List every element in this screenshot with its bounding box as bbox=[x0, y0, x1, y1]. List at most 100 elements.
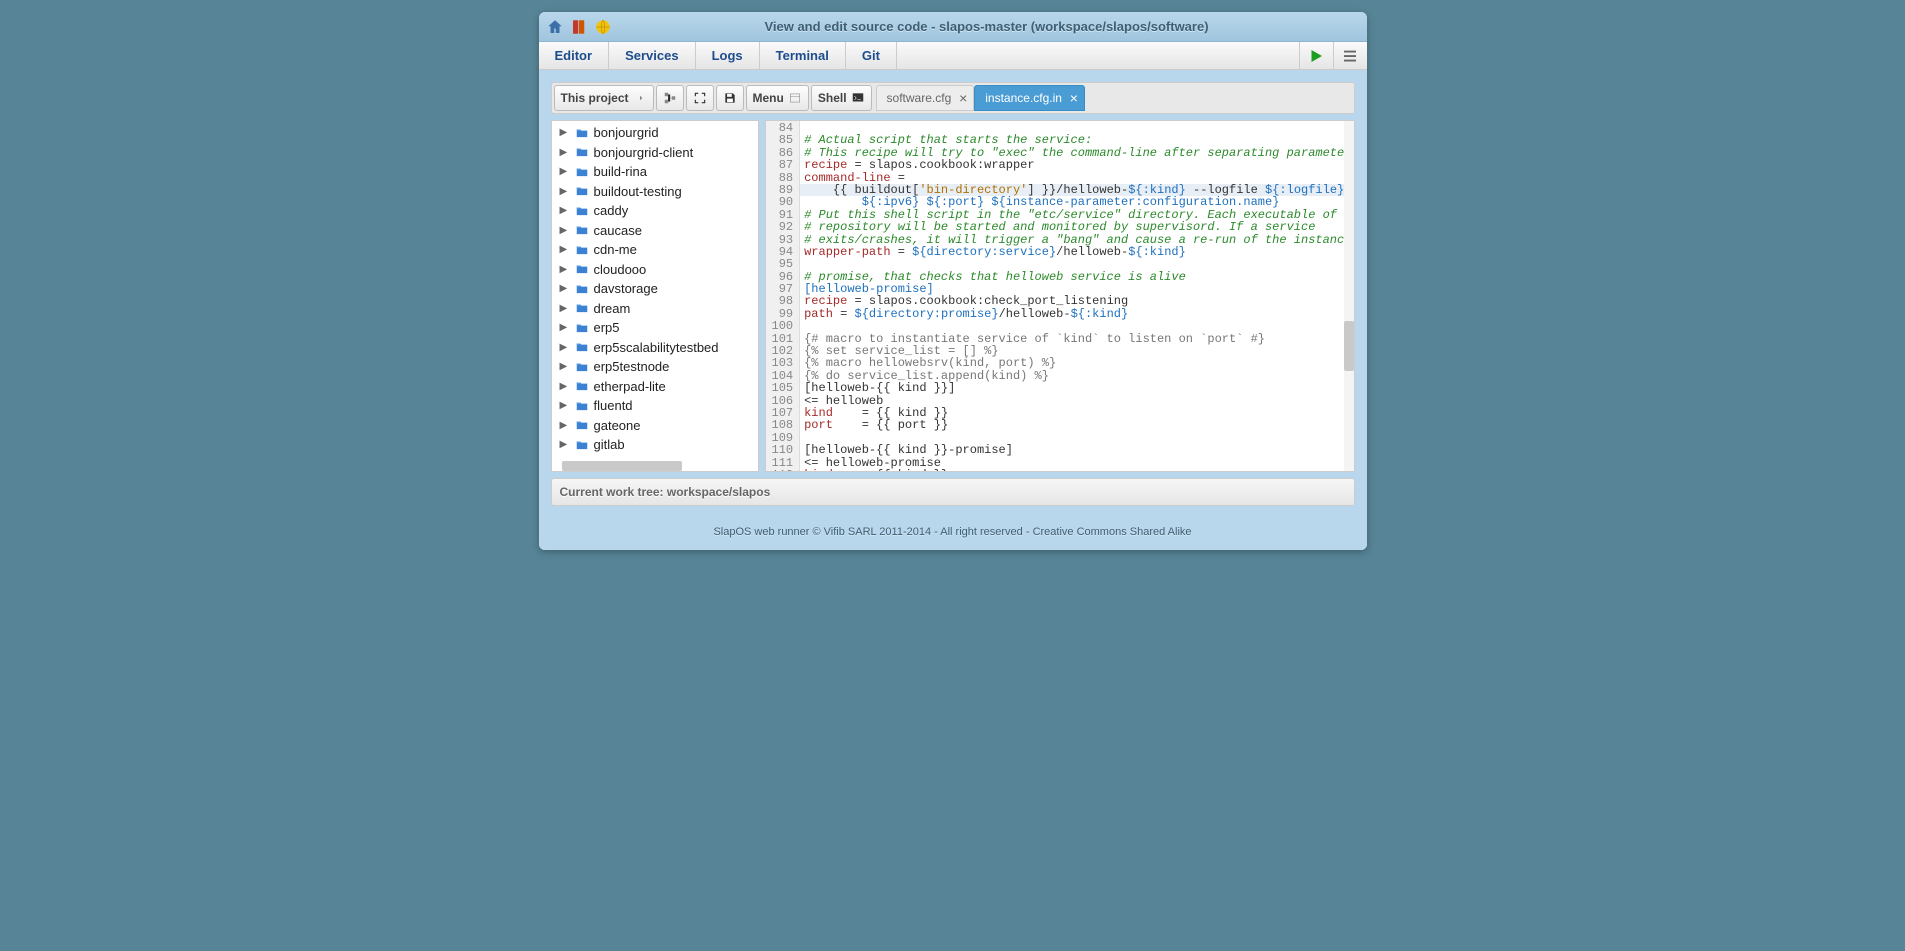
folder-icon bbox=[574, 438, 590, 452]
folder-icon bbox=[574, 204, 590, 218]
workspace: This project Menu Shell sof bbox=[539, 70, 1367, 518]
chevron-right-icon: ▶ bbox=[560, 225, 570, 236]
tree-item-label: erp5scalabilitytestbed bbox=[594, 340, 719, 355]
tree-item[interactable]: ▶ caucase bbox=[556, 221, 758, 241]
folder-icon bbox=[574, 126, 590, 140]
folder-icon bbox=[574, 399, 590, 413]
folder-icon bbox=[574, 262, 590, 276]
menu-button[interactable]: Menu bbox=[746, 85, 809, 111]
book-icon[interactable] bbox=[569, 17, 589, 37]
folder-icon bbox=[574, 340, 590, 354]
code-body[interactable]: # Actual script that starts the service:… bbox=[800, 121, 1353, 471]
chevron-right-icon: ▶ bbox=[560, 400, 570, 411]
file-tab-software[interactable]: software.cfg × bbox=[876, 85, 975, 111]
editor-area: ▶ bonjourgrid ▶ bonjourgrid-client ▶build-ri… bbox=[551, 120, 1355, 472]
tree-icon-button[interactable] bbox=[656, 85, 684, 111]
close-icon[interactable]: × bbox=[1070, 91, 1078, 105]
tree-item-label: caddy bbox=[594, 203, 629, 218]
chevron-right-icon: ▶ bbox=[560, 342, 570, 353]
tree-item[interactable]: ▶ cloudooo bbox=[556, 260, 758, 280]
file-tabs: software.cfg × instance.cfg.in × bbox=[876, 85, 1085, 111]
tree-item[interactable]: ▶build-rina bbox=[556, 162, 758, 182]
hamburger-menu-button[interactable] bbox=[1333, 42, 1367, 69]
code-editor[interactable]: 8485868788899091929394959697989910010110… bbox=[765, 120, 1355, 472]
menu-button-label: Menu bbox=[753, 91, 784, 105]
chevron-right-icon: ▶ bbox=[560, 381, 570, 392]
editor-toolbar: This project Menu Shell sof bbox=[551, 82, 1355, 114]
save-button[interactable] bbox=[716, 85, 744, 111]
close-icon[interactable]: × bbox=[959, 91, 967, 105]
nav-tab-git[interactable]: Git bbox=[846, 42, 897, 69]
chevron-right-icon: ▶ bbox=[560, 303, 570, 314]
chevron-right-icon: ▶ bbox=[560, 264, 570, 275]
tree-item[interactable]: ▶cdn-me bbox=[556, 240, 758, 260]
scrollbar-horizontal[interactable] bbox=[562, 461, 682, 471]
folder-icon bbox=[574, 360, 590, 374]
tree-item-label: etherpad-lite bbox=[594, 379, 666, 394]
tree-item[interactable]: ▶buildout-testing bbox=[556, 182, 758, 202]
chevron-right-icon: ▶ bbox=[560, 244, 570, 255]
folder-icon bbox=[574, 243, 590, 257]
tree-item-label: fluentd bbox=[594, 398, 633, 413]
footer: SlapOS web runner © Vifib SARL 2011-2014… bbox=[539, 518, 1367, 550]
folder-icon bbox=[574, 165, 590, 179]
tree-item-label: dream bbox=[594, 301, 631, 316]
shell-button-label: Shell bbox=[818, 91, 847, 105]
globe-icon[interactable] bbox=[593, 17, 613, 37]
nav-tab-terminal[interactable]: Terminal bbox=[760, 42, 846, 69]
tree-item[interactable]: ▶ bonjourgrid-client bbox=[556, 143, 758, 163]
nav-tabs: Editor Services Logs Terminal Git bbox=[539, 42, 1367, 70]
tree-item[interactable]: ▶ erp5scalabilitytestbed bbox=[556, 338, 758, 358]
folder-icon bbox=[574, 321, 590, 335]
tree-item[interactable]: ▶ fluentd bbox=[556, 396, 758, 416]
tree-item-label: erp5 bbox=[594, 320, 620, 335]
scrollbar-vertical-track[interactable] bbox=[1344, 121, 1354, 471]
tree-item-label: cloudooo bbox=[594, 262, 647, 277]
app-window: View and edit source code - slapos-maste… bbox=[539, 12, 1367, 550]
nav-tab-editor[interactable]: Editor bbox=[539, 42, 610, 69]
tree-item[interactable]: ▶ erp5 bbox=[556, 318, 758, 338]
folder-icon bbox=[574, 145, 590, 159]
fullscreen-button[interactable] bbox=[686, 85, 714, 111]
project-selector-button[interactable]: This project bbox=[554, 85, 654, 111]
chevron-right-icon: ▶ bbox=[560, 127, 570, 138]
tree-item[interactable]: ▶ etherpad-lite bbox=[556, 377, 758, 397]
chevron-right-icon: ▶ bbox=[560, 147, 570, 158]
titlebar: View and edit source code - slapos-maste… bbox=[539, 12, 1367, 42]
tree-item-label: erp5testnode bbox=[594, 359, 670, 374]
tree-item[interactable]: ▶ erp5testnode bbox=[556, 357, 758, 377]
chevron-right-icon: ▶ bbox=[560, 166, 570, 177]
scrollbar-vertical-thumb[interactable] bbox=[1344, 321, 1354, 371]
chevron-right-icon: ▶ bbox=[560, 322, 570, 333]
chevron-right-icon: ▶ bbox=[560, 439, 570, 450]
file-tab-label: instance.cfg.in bbox=[985, 91, 1062, 105]
chevron-right-icon: ▶ bbox=[560, 420, 570, 431]
file-tree[interactable]: ▶ bonjourgrid ▶ bonjourgrid-client ▶build-ri… bbox=[551, 120, 759, 472]
project-selector-label: This project bbox=[561, 91, 629, 105]
shell-button[interactable]: Shell bbox=[811, 85, 872, 111]
chevron-right-icon: ▶ bbox=[560, 283, 570, 294]
nav-tab-services[interactable]: Services bbox=[609, 42, 696, 69]
folder-icon bbox=[574, 418, 590, 432]
tree-item[interactable]: ▶caddy bbox=[556, 201, 758, 221]
tree-item-label: caucase bbox=[594, 223, 642, 238]
tree-item[interactable]: ▶ bonjourgrid bbox=[556, 123, 758, 143]
tree-item[interactable]: ▶davstorage bbox=[556, 279, 758, 299]
tree-item[interactable]: ▶ dream bbox=[556, 299, 758, 319]
folder-icon bbox=[574, 379, 590, 393]
tree-item-label: bonjourgrid-client bbox=[594, 145, 694, 160]
chevron-right-icon: ▶ bbox=[560, 361, 570, 372]
tree-item-label: gateone bbox=[594, 418, 641, 433]
file-tab-instance[interactable]: instance.cfg.in × bbox=[974, 85, 1085, 111]
folder-icon bbox=[574, 184, 590, 198]
tree-item[interactable]: ▶ gateone bbox=[556, 416, 758, 436]
nav-tab-logs[interactable]: Logs bbox=[696, 42, 760, 69]
file-tab-label: software.cfg bbox=[887, 91, 952, 105]
line-gutter: 8485868788899091929394959697989910010110… bbox=[766, 121, 801, 471]
tree-item[interactable]: ▶gitlab bbox=[556, 435, 758, 455]
window-title: View and edit source code - slapos-maste… bbox=[613, 19, 1361, 34]
home-icon[interactable] bbox=[545, 17, 565, 37]
folder-icon bbox=[574, 223, 590, 237]
tree-item-label: bonjourgrid bbox=[594, 125, 659, 140]
run-button[interactable] bbox=[1299, 42, 1333, 69]
